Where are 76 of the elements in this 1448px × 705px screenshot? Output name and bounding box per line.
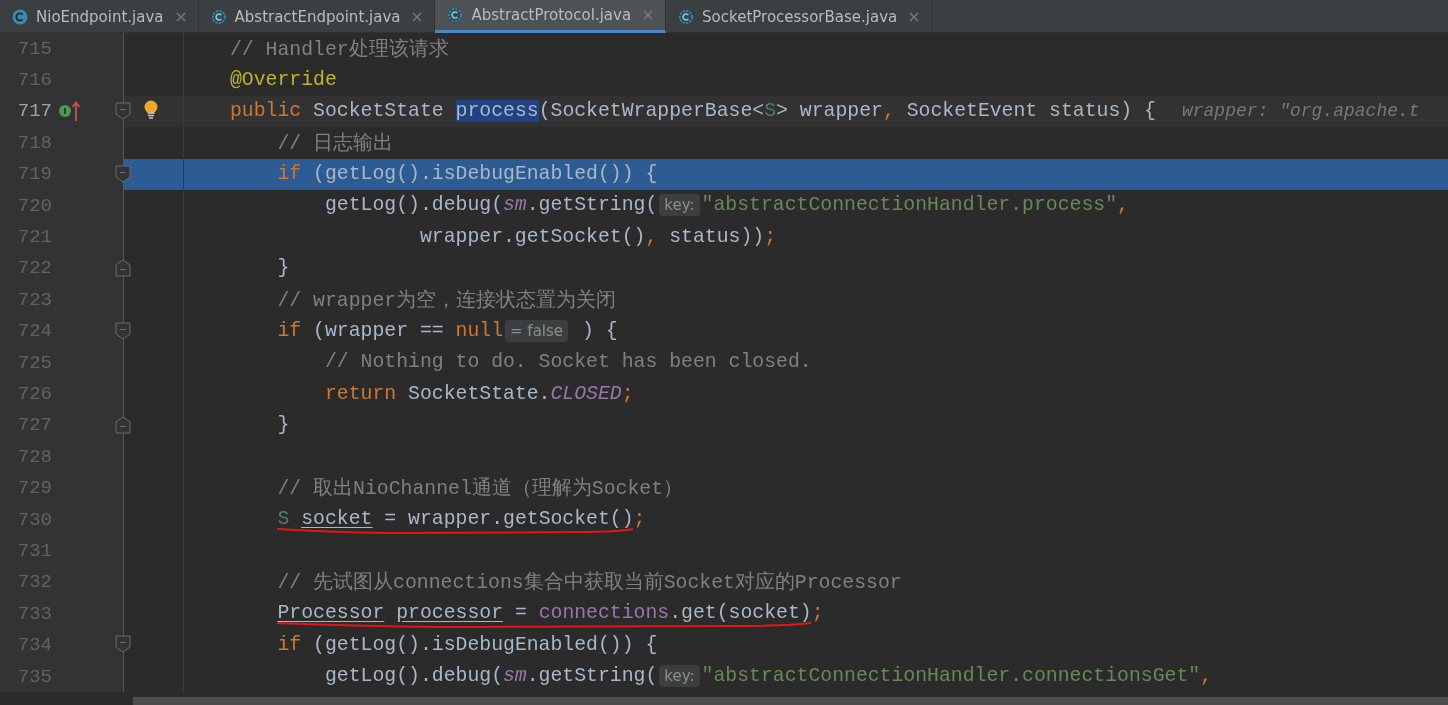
code-text: wrapper.getSocket() bbox=[419, 225, 646, 248]
code-keyword: public bbox=[229, 100, 302, 122]
string-literal: "abstractConnectionHandler.connectionsGet" bbox=[701, 665, 1201, 687]
code-text: ) { bbox=[581, 319, 618, 342]
code-text: .get(socket) bbox=[669, 602, 812, 625]
code-text: getLog().debug( bbox=[324, 665, 503, 687]
variable-name: Processor bbox=[277, 602, 385, 625]
line-number: 717 bbox=[16, 100, 52, 123]
constant-name: CLOSED bbox=[550, 382, 622, 405]
code-punctuation: , bbox=[882, 100, 895, 122]
code-punctuation: ; bbox=[633, 508, 646, 531]
class-icon bbox=[12, 8, 28, 25]
fold-marker-icon[interactable] bbox=[115, 164, 131, 183]
close-icon[interactable] bbox=[643, 10, 654, 20]
code-text: status)) bbox=[669, 225, 765, 248]
lightbulb-icon[interactable] bbox=[144, 99, 158, 120]
code-keyword: return bbox=[324, 382, 397, 405]
parameter-hint: = false bbox=[505, 319, 569, 342]
abstract-class-icon bbox=[447, 7, 464, 23]
code-keyword: null bbox=[455, 319, 503, 342]
override-marker-icon[interactable] bbox=[58, 100, 82, 123]
code-keyword: if bbox=[277, 633, 302, 656]
variable-name: socket bbox=[301, 508, 373, 531]
string-literal: "abstractConnectionHandler.process" bbox=[701, 194, 1118, 217]
field-name: connections bbox=[538, 602, 670, 625]
code-punctuation: ; bbox=[811, 602, 824, 625]
code-comment: // wrapper为空，连接状态置为关闭 bbox=[277, 289, 617, 312]
code-punctuation: ; bbox=[764, 225, 777, 248]
code-text: (getLog().isDebugEnabled()) { bbox=[313, 633, 658, 656]
code-text: SocketState. bbox=[408, 382, 551, 405]
close-icon[interactable] bbox=[412, 11, 423, 22]
code-comment: // Nothing to do. Socket has been closed. bbox=[324, 351, 812, 374]
close-icon[interactable] bbox=[909, 11, 920, 22]
field-name: sm bbox=[503, 194, 527, 217]
code-keyword: if bbox=[277, 162, 302, 185]
code-text: (getLog().isDebugEnabled()) { bbox=[313, 162, 658, 185]
fold-marker-icon[interactable] bbox=[115, 101, 131, 120]
code-keyword: if bbox=[277, 319, 302, 342]
parameter-hint: key: bbox=[659, 665, 700, 687]
code-text: getLog().debug( bbox=[324, 194, 503, 217]
type-parameter: S bbox=[764, 100, 777, 122]
inlay-hint: wrapper: "org.apache.t bbox=[1181, 101, 1420, 121]
code-text: (wrapper == bbox=[313, 319, 445, 342]
code-punctuation: , bbox=[1117, 194, 1129, 217]
editor-tab[interactable]: AbstractProtocol.java bbox=[435, 0, 667, 33]
code-comment: // 日志输出 bbox=[277, 132, 394, 155]
fold-marker-icon[interactable] bbox=[115, 415, 131, 434]
code-punctuation: , bbox=[645, 225, 658, 248]
code-text: SocketEvent status) { bbox=[906, 100, 1156, 122]
code-comment: // 先试图从connections集合中获取当前Socket对应的Processor bbox=[277, 572, 902, 595]
field-name: sm bbox=[503, 665, 527, 687]
code-comment: // Handler处理该请求 bbox=[229, 38, 449, 61]
highlighted-identifier: process bbox=[455, 100, 539, 122]
code-text: .getString( bbox=[526, 665, 658, 687]
code-punctuation: ; bbox=[621, 382, 634, 405]
code-comment: // 取出NioChannel通道（理解为Socket） bbox=[277, 478, 683, 501]
code-text: = bbox=[514, 602, 528, 625]
fold-marker-icon[interactable] bbox=[115, 635, 131, 654]
fold-marker-icon[interactable] bbox=[115, 321, 131, 340]
abstract-class-icon bbox=[210, 8, 227, 25]
variable-name: processor bbox=[396, 602, 503, 625]
close-icon[interactable] bbox=[175, 11, 186, 22]
code-text: SocketState bbox=[313, 100, 445, 122]
fold-marker-icon[interactable] bbox=[115, 258, 131, 277]
horizontal-scrollbar[interactable] bbox=[133, 697, 1448, 705]
type-parameter: S bbox=[277, 508, 290, 531]
code-annotation: @Override bbox=[229, 68, 337, 91]
code-text: > wrapper bbox=[776, 100, 883, 122]
code-text: (SocketWrapperBase< bbox=[538, 100, 765, 122]
code-text: } bbox=[277, 413, 290, 436]
code-text: } bbox=[277, 256, 290, 279]
code-text: = wrapper.getSocket() bbox=[384, 508, 634, 531]
code-punctuation: , bbox=[1200, 665, 1212, 687]
abstract-class-icon bbox=[678, 8, 695, 25]
code-text: .getString( bbox=[526, 194, 658, 217]
parameter-hint: key: bbox=[659, 194, 700, 217]
